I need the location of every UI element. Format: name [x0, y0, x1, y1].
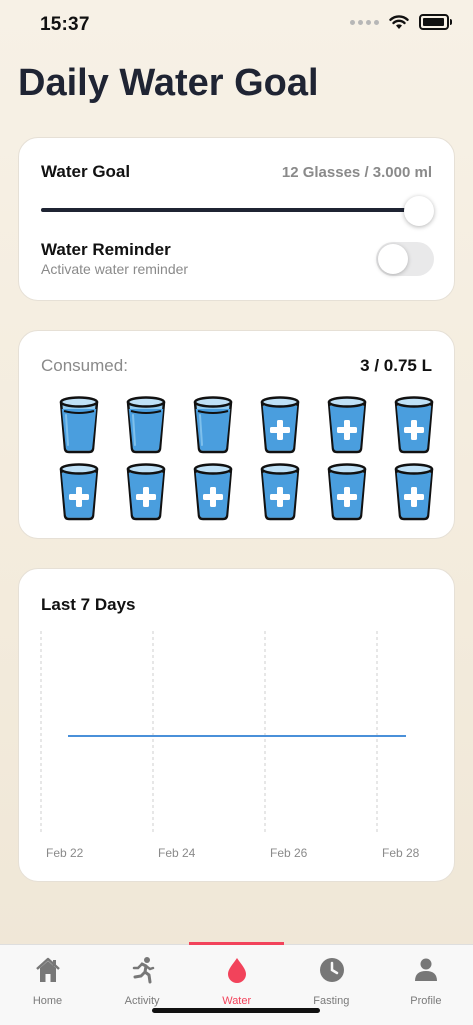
add-glass-button[interactable] — [313, 458, 380, 525]
home-indicator — [152, 1008, 320, 1013]
consumed-card: Consumed: 3 / 0.75 L — [18, 330, 455, 539]
add-glass-button[interactable] — [246, 391, 313, 458]
tab-fasting[interactable]: Fasting — [284, 945, 379, 1025]
add-glass-button[interactable] — [45, 458, 112, 525]
tab-profile[interactable]: Profile — [378, 945, 473, 1025]
water-reminder-subtitle: Activate water reminder — [41, 261, 189, 277]
water-goal-title: Water Goal — [41, 162, 131, 181]
water-goal-card: Water Goal 12 Glasses / 3.000 ml Water R… — [18, 137, 455, 301]
add-glass-button[interactable] — [380, 458, 447, 525]
tab-label: Water — [222, 995, 252, 1007]
chart-x-tick-label: Feb 26 — [270, 846, 308, 860]
slider-thumb[interactable] — [404, 196, 434, 226]
water-goal-slider[interactable] — [41, 196, 434, 226]
page-title: Daily Water Goal — [18, 62, 319, 104]
running-icon — [128, 955, 158, 985]
tab-label: Activity — [124, 995, 160, 1007]
tab-home[interactable]: Home — [0, 945, 95, 1025]
add-glass-button[interactable] — [246, 458, 313, 525]
status-bar: 15:37 — [0, 0, 473, 52]
add-glass-button[interactable] — [380, 391, 447, 458]
toggle-knob — [378, 244, 408, 274]
add-glass-button[interactable] — [313, 391, 380, 458]
consumed-label: Consumed: — [41, 356, 128, 375]
water-goal-row: Water Goal 12 Glasses / 3.000 ml — [41, 162, 432, 182]
filled-glass-icon[interactable] — [179, 391, 246, 458]
water-reminder-toggle[interactable] — [376, 242, 434, 276]
water-reminder-title: Water Reminder — [41, 240, 171, 259]
active-tab-indicator — [189, 942, 284, 945]
add-glass-button[interactable] — [112, 458, 179, 525]
tab-water[interactable]: Water — [189, 945, 284, 1025]
glass-grid — [45, 391, 433, 525]
status-time: 15:37 — [40, 14, 90, 35]
tab-label: Fasting — [313, 995, 350, 1007]
status-icons — [350, 14, 452, 30]
wifi-icon — [389, 14, 409, 29]
chart-x-tick-label: Feb 22 — [46, 846, 84, 860]
battery-icon — [419, 14, 452, 30]
water-drop-icon — [222, 955, 252, 985]
tab-activity[interactable]: Activity — [95, 945, 190, 1025]
clock-icon — [317, 955, 347, 985]
add-glass-button[interactable] — [179, 458, 246, 525]
filled-glass-icon[interactable] — [112, 391, 179, 458]
signal-dots-icon — [350, 19, 379, 25]
filled-glass-icon[interactable] — [45, 391, 112, 458]
chart-x-tick-label: Feb 28 — [382, 846, 420, 860]
tab-label: Home — [32, 995, 63, 1007]
consumed-value: 3 / 0.75 L — [360, 356, 432, 375]
slider-fill — [41, 208, 419, 212]
water-goal-value: 12 Glasses / 3.000 ml — [281, 163, 432, 181]
tab-label: Profile — [410, 995, 442, 1007]
last-7-days-card: Feb 22 Feb 24 Feb 26 Feb 28 Last 7 Days — [18, 568, 455, 882]
person-icon — [411, 955, 441, 985]
chart-x-tick-label: Feb 24 — [158, 846, 196, 860]
house-icon — [33, 955, 63, 985]
last-7-days-chart: Feb 22 Feb 24 Feb 26 Feb 28 — [40, 631, 420, 860]
chart-title: Last 7 Days — [41, 595, 136, 614]
